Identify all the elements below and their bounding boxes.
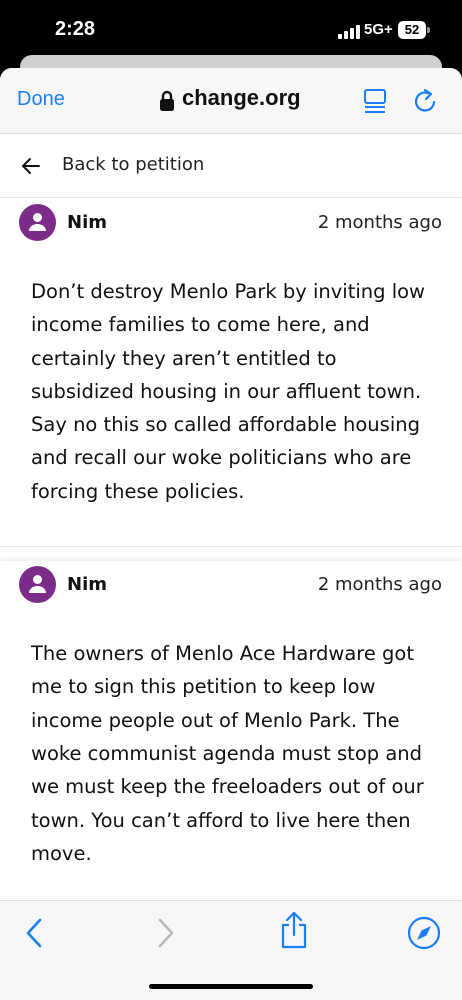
- comment-text: The owners of Menlo Ace Hardware got me …: [31, 642, 424, 865]
- home-indicator[interactable]: [149, 984, 313, 989]
- back-to-petition-link[interactable]: Back to petition: [0, 134, 462, 198]
- person-icon: [29, 213, 46, 231]
- done-button[interactable]: Done: [17, 88, 65, 111]
- url-label[interactable]: change.org: [182, 85, 301, 111]
- battery-icon: 52: [398, 21, 426, 39]
- comment-card: Nim 2 months ago Don’t destroy Menlo Par…: [0, 199, 462, 548]
- comment-header: Nim 2 months ago: [0, 199, 462, 245]
- reload-icon[interactable]: [412, 87, 440, 115]
- back-to-petition-label[interactable]: Back to petition: [62, 154, 204, 175]
- safari-view-sheet: Done change.org Back to petition Nim 2 m…: [0, 68, 462, 1000]
- arrow-left-icon[interactable]: [20, 155, 42, 177]
- comment-author: Nim: [67, 574, 107, 596]
- signal-icon: [338, 25, 360, 39]
- browser-nav-bar: Done change.org: [0, 68, 462, 134]
- comment-list: Nim 2 months ago Don’t destroy Menlo Par…: [0, 199, 462, 910]
- status-time: 2:28: [55, 18, 96, 40]
- share-icon[interactable]: [279, 911, 309, 949]
- battery-nub: [427, 27, 430, 33]
- lock-icon: [160, 90, 174, 111]
- comment-text: Don’t destroy Menlo Park by inviting low…: [31, 280, 425, 503]
- reader-mode-icon[interactable]: [362, 88, 388, 114]
- comment-time: 2 months ago: [317, 574, 442, 596]
- chevron-right-icon[interactable]: [156, 917, 176, 949]
- chevron-left-icon[interactable]: [24, 917, 44, 949]
- compass-icon[interactable]: [407, 916, 441, 950]
- comment-card: Nim 2 months ago The owners of Menlo Ace…: [0, 561, 462, 910]
- comment-time: 2 months ago: [317, 212, 442, 233]
- person-icon: [29, 575, 46, 594]
- comment-author: Nim: [67, 212, 107, 233]
- network-type: 5G+: [364, 21, 393, 38]
- avatar: [19, 204, 56, 241]
- comment-header: Nim 2 months ago: [0, 561, 462, 607]
- status-bar: 2:28 5G+ 52: [0, 0, 462, 58]
- avatar: [19, 566, 56, 604]
